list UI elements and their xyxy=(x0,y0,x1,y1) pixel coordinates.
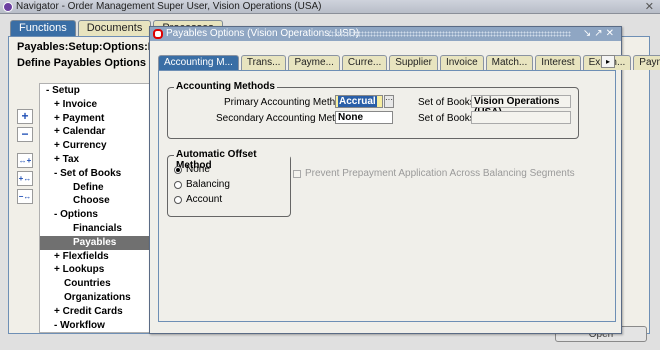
radio-icon[interactable] xyxy=(174,195,182,204)
set-of-books-field: Vision Operations (USA) xyxy=(471,95,571,118)
tab-accounting-methods[interactable]: Accounting M... xyxy=(158,55,239,70)
list-of-values-button[interactable]: ··· xyxy=(384,95,394,108)
tree-item[interactable]: - Set of Books xyxy=(40,167,158,181)
dialog-tabs: Accounting M... Trans... Payme... Curre.… xyxy=(158,55,660,70)
expand-all-button[interactable]: +↔ xyxy=(17,171,33,186)
tab-currency[interactable]: Curre... xyxy=(341,55,388,70)
app-icon xyxy=(3,2,13,12)
prevent-prepayment-checkbox[interactable]: Prevent Prepayment Application Across Ba… xyxy=(293,168,575,179)
collapse-all-button[interactable]: −↔ xyxy=(17,189,33,204)
automatic-offset-group: Automatic Offset Method None Balancing A… xyxy=(167,149,291,217)
tree-item[interactable]: + Lookups xyxy=(40,263,158,277)
oracle-icon xyxy=(153,29,163,39)
radio-icon[interactable] xyxy=(174,180,182,189)
tab-scroll-right-icon[interactable]: ▸ xyxy=(601,55,615,68)
tab-functions[interactable]: Functions xyxy=(10,20,76,36)
tree-item[interactable]: Financials xyxy=(40,222,158,236)
accounting-methods-group: Accounting Methods Primary Accounting Me… xyxy=(167,81,579,139)
tree-item[interactable]: Define xyxy=(40,181,158,195)
option-label: Balancing xyxy=(186,179,230,190)
payables-options-dialog: Payables Options (Vision Operations: USD… xyxy=(149,26,660,334)
tree-item-selected[interactable]: Payables xyxy=(40,235,158,250)
dialog-titlebar: Payables Options (Vision Operations: USD… xyxy=(150,27,621,41)
function-tree: - Setup + Invoice + Payment + Calendar +… xyxy=(39,83,159,333)
primary-method-label: Primary Accounting Method xyxy=(224,97,347,108)
tab-invoice[interactable]: Invoice xyxy=(439,55,484,70)
checkbox-icon[interactable] xyxy=(293,169,301,178)
tab-supplier[interactable]: Supplier xyxy=(389,55,438,70)
tab-documents[interactable]: Documents xyxy=(77,20,152,36)
tree-item[interactable]: Choose xyxy=(40,194,158,208)
offset-option-account[interactable]: Account xyxy=(174,194,222,205)
window-controls-icon[interactable]: ↘↗✕ xyxy=(583,27,617,41)
group-legend: Accounting Methods xyxy=(174,81,277,92)
tree-item[interactable]: + Credit Cards xyxy=(40,305,158,319)
secondary-method-field[interactable]: None xyxy=(335,111,393,124)
window-title: Navigator - Order Management Super User,… xyxy=(16,1,322,12)
tree-item[interactable]: Organizations xyxy=(40,291,158,305)
set-of-books-label: Set of Books xyxy=(418,97,475,108)
checkbox-label: Prevent Prepayment Application Across Ba… xyxy=(305,168,575,179)
tab-matching[interactable]: Match... xyxy=(485,55,534,70)
tree-item[interactable]: + Invoice xyxy=(40,98,158,112)
tree-item[interactable]: + Flexfields xyxy=(40,250,158,264)
tab-payment-2[interactable]: Payment xyxy=(633,55,660,70)
tree-item[interactable]: Countries xyxy=(40,277,158,291)
tree-item[interactable]: + Currency xyxy=(40,139,158,153)
page-title: Define Payables Options xyxy=(17,57,146,69)
option-label: Account xyxy=(186,194,223,205)
collapse-button[interactable]: − xyxy=(17,127,33,142)
primary-method-field[interactable]: Accrual xyxy=(335,95,383,108)
secondary-method-label: Secondary Accounting Method xyxy=(216,113,352,124)
expand-button[interactable]: + xyxy=(17,109,33,124)
offset-option-none[interactable]: None xyxy=(174,164,210,175)
tab-payment-1[interactable]: Payme... xyxy=(288,55,340,70)
radio-selected-icon[interactable] xyxy=(174,165,182,174)
titlebar-grip xyxy=(328,31,571,37)
tree-item[interactable]: + Tax xyxy=(40,153,158,167)
secondary-set-of-books-field xyxy=(471,111,571,124)
tree-item[interactable]: + Calendar xyxy=(40,125,158,139)
expand-branch-button[interactable]: ↔+ xyxy=(17,153,33,168)
secondary-set-of-books-label: Set of Books xyxy=(418,113,475,124)
offset-option-balancing[interactable]: Balancing xyxy=(174,179,230,190)
close-icon[interactable]: ✕ xyxy=(645,0,654,14)
primary-method-value: Accrual xyxy=(338,96,377,107)
accounting-methods-panel: Accounting Methods Primary Accounting Me… xyxy=(158,70,616,322)
tree-item[interactable]: - Options xyxy=(40,208,158,222)
window-titlebar: Navigator - Order Management Super User,… xyxy=(0,0,660,14)
tree-item[interactable]: + Payment xyxy=(40,112,158,126)
tab-transfer[interactable]: Trans... xyxy=(240,55,287,70)
tree-item[interactable]: - Workflow xyxy=(40,319,158,332)
tab-interest[interactable]: Interest xyxy=(535,55,581,70)
tree-item[interactable]: - Setup xyxy=(40,84,158,98)
option-label: None xyxy=(186,164,210,175)
